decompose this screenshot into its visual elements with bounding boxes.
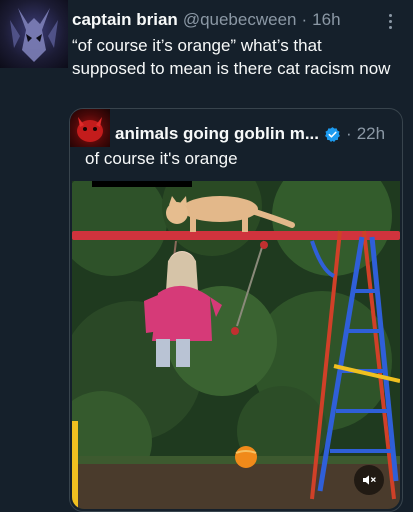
author-name[interactable]: captain brian: [72, 10, 178, 30]
quoted-tweet-header: animals going goblin m... · 22h: [115, 123, 385, 145]
quoted-tweet-timestamp[interactable]: 22h: [357, 124, 385, 144]
separator-dot: ·: [301, 10, 308, 29]
quoted-tweet-text: of course it's orange: [85, 149, 238, 168]
volume-muted-icon[interactable]: [354, 465, 384, 495]
tweet[interactable]: captain brian @quebecween · 16h “of cour…: [0, 0, 413, 512]
verified-badge-icon: [324, 126, 341, 143]
quoted-author-avatar[interactable]: [70, 109, 110, 147]
tweet-timestamp[interactable]: 16h: [312, 10, 340, 30]
quoted-author-name[interactable]: animals going goblin m...: [115, 124, 319, 144]
author-avatar[interactable]: [0, 0, 68, 68]
goblin-avatar-icon: [77, 117, 103, 142]
more-options-icon[interactable]: [380, 9, 400, 33]
author-handle[interactable]: @quebecween: [183, 10, 297, 30]
separator-dot: ·: [346, 124, 352, 143]
video-player[interactable]: [72, 181, 400, 509]
tweet-header: captain brian @quebecween · 16h: [72, 9, 341, 31]
video-frame: [72, 181, 400, 509]
quoted-tweet[interactable]: animals going goblin m... · 22h of cours…: [69, 108, 403, 512]
tweet-text: “of course it’s orange” what’s that supp…: [72, 36, 391, 78]
demon-mask-icon: [10, 8, 58, 62]
